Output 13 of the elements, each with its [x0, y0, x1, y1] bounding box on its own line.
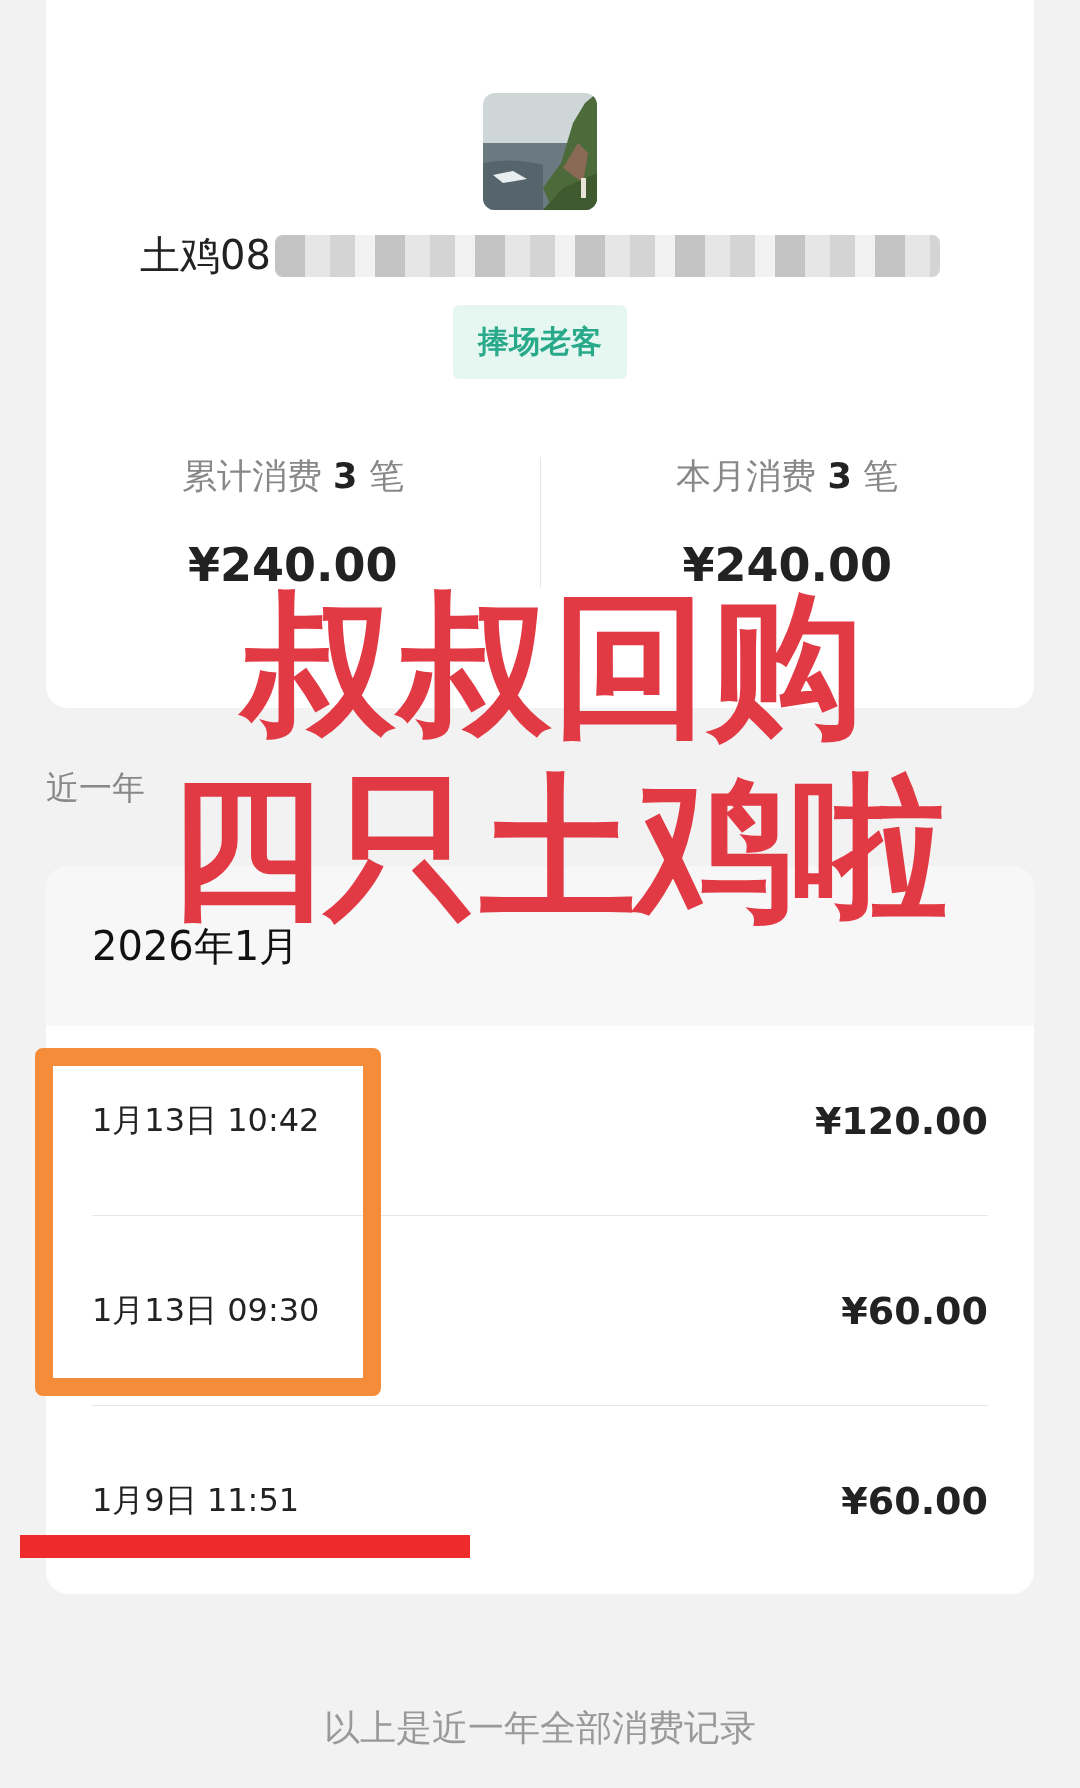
record-time: 1月13日 09:30	[92, 1289, 320, 1331]
record-time: 1月13日 10:42	[92, 1099, 320, 1141]
customer-tag: 捧场老客	[453, 305, 627, 379]
record-amount: ¥120.00	[814, 1098, 988, 1143]
stat-label: 累计消费 3 笔	[181, 455, 404, 498]
overlay-caption: 四只土鸡啦	[168, 770, 948, 926]
stat-label: 本月消费 3 笔	[676, 455, 899, 498]
customer-name: 土鸡08	[140, 231, 271, 280]
section-title: 近一年	[46, 768, 145, 807]
record-amount: ¥60.00	[841, 1478, 988, 1523]
footer-note: 以上是近一年全部消费记录	[323, 1706, 757, 1750]
record-time: 1月9日 11:51	[92, 1479, 300, 1521]
record-amount: ¥60.00	[841, 1288, 988, 1333]
